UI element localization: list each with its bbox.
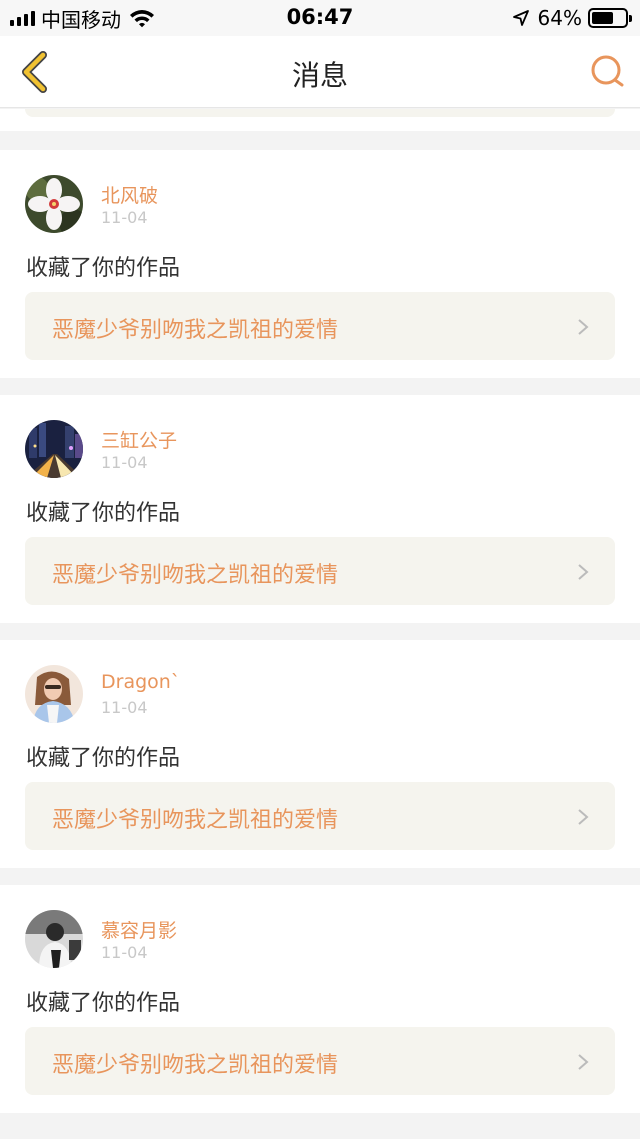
message-date: 11-04 — [101, 453, 148, 472]
page-title: 消息 — [291, 59, 348, 92]
username[interactable]: 三缸公子 — [101, 426, 177, 453]
city-night-avatar[interactable] — [25, 420, 83, 478]
search-icon[interactable] — [588, 52, 628, 92]
work-link[interactable]: 恶魔少爷别吻我之凯祖的爱情 — [25, 782, 615, 850]
message-card: Dragon` 11-04 收藏了你的作品 恶魔少爷别吻我之凯祖的爱情 — [0, 640, 640, 868]
message-card: 北风破 11-04 收藏了你的作品 恶魔少爷别吻我之凯祖的爱情 — [0, 150, 640, 378]
chevron-right-icon — [578, 809, 589, 825]
work-title: 恶魔少爷别吻我之凯祖的爱情 — [52, 808, 339, 833]
location-arrow-icon — [512, 10, 529, 26]
username[interactable]: Dragon` — [101, 671, 180, 693]
work-title: 恶魔少爷别吻我之凯祖的爱情 — [52, 318, 339, 343]
action-text: 收藏了你的作品 — [26, 256, 181, 281]
work-link[interactable]: 恶魔少爷别吻我之凯祖的爱情 — [25, 292, 615, 360]
person-avatar[interactable] — [25, 910, 83, 968]
username[interactable]: 北风破 — [101, 181, 158, 208]
battery-icon — [588, 8, 632, 28]
work-title: 恶魔少爷别吻我之凯祖的爱情 — [52, 1053, 339, 1078]
action-text: 收藏了你的作品 — [26, 746, 181, 771]
status-bar: 中国移动 06:47 64% — [0, 0, 640, 36]
message-date: 11-04 — [101, 698, 148, 717]
work-link[interactable]: 恶魔少爷别吻我之凯祖的爱情 — [25, 537, 615, 605]
username[interactable]: 慕容月影 — [101, 916, 177, 943]
action-text: 收藏了你的作品 — [26, 501, 181, 526]
work-title: 恶魔少爷别吻我之凯祖的爱情 — [52, 563, 339, 588]
work-link[interactable]: 恶魔少爷别吻我之凯祖的爱情 — [25, 1027, 615, 1095]
previous-message-card — [0, 109, 640, 131]
chevron-right-icon — [578, 564, 589, 580]
action-text: 收藏了你的作品 — [26, 991, 181, 1016]
message-date: 11-04 — [101, 208, 148, 227]
nav-bar: 消息 — [0, 36, 640, 108]
flower-avatar[interactable] — [25, 175, 83, 233]
chevron-right-icon — [578, 319, 589, 335]
chevron-right-icon — [578, 1054, 589, 1070]
message-date: 11-04 — [101, 943, 148, 962]
battery-percent: 64% — [537, 6, 582, 30]
message-card: 慕容月影 11-04 收藏了你的作品 恶魔少爷别吻我之凯祖的爱情 — [0, 885, 640, 1113]
message-card: 三缸公子 11-04 收藏了你的作品 恶魔少爷别吻我之凯祖的爱情 — [0, 395, 640, 623]
girl-avatar[interactable] — [25, 665, 83, 723]
